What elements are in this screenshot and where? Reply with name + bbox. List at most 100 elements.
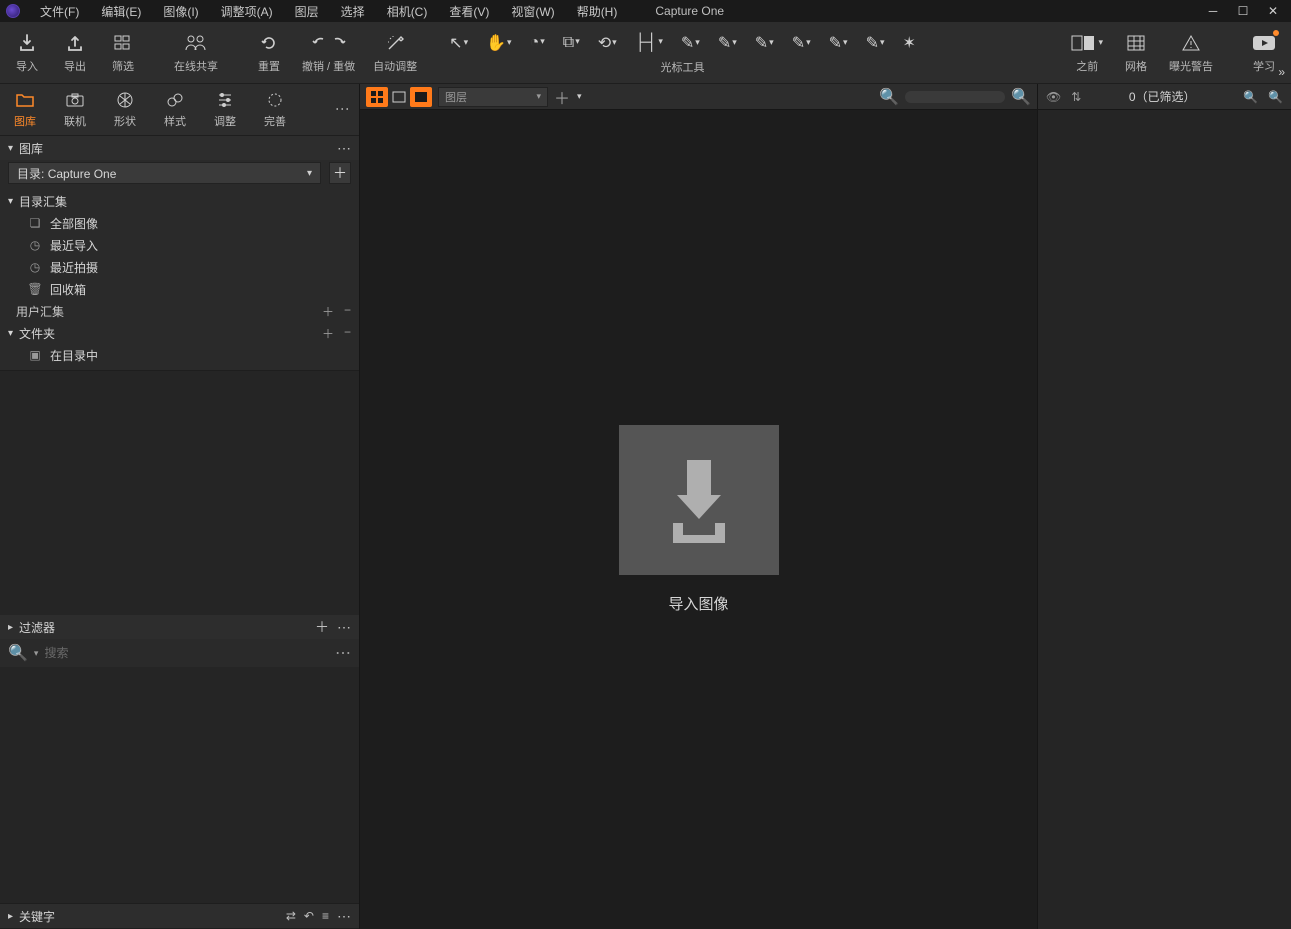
loupe-tool[interactable]: ◔▾	[530, 34, 545, 52]
keywords-list-button[interactable]: ≡	[322, 909, 329, 923]
maximize-button[interactable]: ☐	[1235, 4, 1251, 18]
filters-search-input[interactable]	[44, 646, 329, 660]
panel-keywords-title: 关键字	[19, 908, 55, 925]
import-images-tile[interactable]	[619, 425, 779, 575]
eye-icon[interactable]: 👁	[1046, 90, 1061, 104]
panel-filters-header[interactable]: ▸ 过滤器 ＋ ⋯	[0, 615, 359, 639]
tool-panel: 图库 联机 形状 样式 调整 完善 ⋮	[0, 84, 360, 929]
tool-tabs-menu-icon[interactable]: ⋮	[335, 102, 351, 118]
zoom-slider[interactable]	[905, 91, 1005, 103]
grid-button[interactable]: 网格	[1117, 28, 1155, 78]
recent-captures-label: 最近拍摄	[50, 259, 98, 276]
browser-toolbar: 👁 ⇅ 0（已筛选） 🔍 🔍	[1038, 84, 1291, 110]
item-recent-imports[interactable]: ◷最近导入	[0, 234, 359, 256]
menu-view[interactable]: 查看(V)	[439, 1, 499, 22]
remove-folder-button[interactable]: −	[344, 325, 351, 342]
tab-adjust[interactable]: 调整	[200, 84, 250, 136]
crop-tool[interactable]: ⧉▾	[563, 34, 580, 52]
pointer-tool[interactable]: ↖▾	[449, 33, 468, 53]
exposure-warning-button[interactable]: 曝光警告	[1165, 28, 1217, 78]
reset-button[interactable]: 重置	[250, 28, 288, 78]
undo-redo-button[interactable]: 撤销 / 重做	[298, 28, 359, 78]
warning-icon	[1181, 32, 1201, 54]
rotate-tool[interactable]: ⟲▾	[598, 33, 617, 53]
keystone-tool[interactable]: ├┤▾	[635, 34, 663, 52]
gradient-tool[interactable]: ✎▾	[792, 33, 811, 53]
menu-help[interactable]: 帮助(H)	[567, 1, 628, 22]
menu-camera[interactable]: 相机(C)	[377, 1, 438, 22]
group-catalog-collections[interactable]: ▾目录汇集	[0, 190, 359, 212]
export-button[interactable]: 导出	[56, 28, 94, 78]
import-icon	[17, 32, 37, 54]
panel-library-menu[interactable]: ⋯	[337, 140, 351, 157]
share-button[interactable]: 在线共享	[170, 28, 222, 78]
panel-library-header[interactable]: ▾ 图库 ⋯	[0, 136, 359, 160]
star-tool[interactable]: ✶	[903, 33, 916, 53]
browser-search-icon[interactable]: 🔍	[1243, 90, 1258, 104]
panel-keywords-header[interactable]: ▸ 关键字 ⇄ ↶ ≡ ⋯	[0, 904, 359, 928]
zoom-in-icon[interactable]: 🔍	[1011, 87, 1031, 107]
menu-file[interactable]: 文件(F)	[30, 1, 89, 22]
minimize-button[interactable]: ─	[1205, 4, 1221, 18]
menu-select[interactable]: 选择	[331, 1, 375, 22]
tab-style[interactable]: 样式	[150, 84, 200, 136]
item-trash[interactable]: 🗑回收箱	[0, 278, 359, 300]
before-after-button[interactable]: ▾ 之前	[1067, 28, 1107, 78]
undo-redo-label: 撤销 / 重做	[302, 58, 355, 74]
undo-redo-icon	[309, 32, 349, 54]
catalog-row: 目录: Capture One ▾ ＋	[0, 160, 359, 186]
item-recent-captures[interactable]: ◷最近拍摄	[0, 256, 359, 278]
catalog-add-button[interactable]: ＋	[329, 162, 351, 184]
hand-tool[interactable]: ✋▾	[486, 33, 511, 53]
import-label: 导入	[16, 58, 38, 74]
filters-search-menu[interactable]: ⋯	[335, 643, 351, 663]
brush-tool[interactable]: ✎▾	[718, 33, 737, 53]
cull-button[interactable]: 筛选	[104, 28, 142, 78]
group-folders[interactable]: ▾文件夹 ＋−	[0, 322, 359, 344]
filters-add-button[interactable]: ＋	[315, 617, 329, 637]
keywords-menu[interactable]: ⋯	[337, 908, 351, 925]
tab-library-label: 图库	[14, 113, 36, 129]
user-collections-label: 用户汇集	[16, 303, 64, 320]
sort-icon[interactable]: ⇅	[1071, 90, 1081, 104]
menu-edit[interactable]: 编辑(E)	[91, 1, 151, 22]
recent-imports-label: 最近导入	[50, 237, 98, 254]
tab-refine[interactable]: 完善	[250, 84, 300, 136]
heal-tool[interactable]: ✎▾	[866, 33, 885, 53]
keywords-copy-button[interactable]: ⇄	[286, 909, 296, 923]
toolbar-overflow-icon[interactable]: »	[1278, 65, 1285, 79]
tab-library[interactable]: 图库	[0, 84, 50, 136]
browser-zoom-icon[interactable]: 🔍	[1268, 90, 1283, 104]
menu-layer[interactable]: 图层	[285, 1, 329, 22]
catalog-selector[interactable]: 目录: Capture One ▾	[8, 162, 321, 184]
auto-adjust-button[interactable]: 自动调整	[369, 28, 421, 78]
tab-tether[interactable]: 联机	[50, 84, 100, 136]
cull-label: 筛选	[112, 58, 134, 74]
view-grid-button[interactable]	[366, 87, 388, 107]
menu-adjust[interactable]: 调整项(A)	[211, 1, 283, 22]
menu-image[interactable]: 图像(I)	[153, 1, 208, 22]
group-user-collections[interactable]: 用户汇集 ＋−	[0, 300, 359, 322]
tab-shape[interactable]: 形状	[100, 84, 150, 136]
view-proof-button[interactable]	[410, 87, 432, 107]
keywords-reset-button[interactable]: ↶	[304, 909, 314, 923]
add-folder-button[interactable]: ＋	[322, 325, 334, 342]
add-collection-button[interactable]: ＋	[322, 303, 334, 320]
remove-collection-button[interactable]: −	[344, 303, 351, 320]
tab-shape-label: 形状	[114, 113, 136, 129]
catalog-prefix: 目录:	[17, 167, 44, 181]
add-layer-button[interactable]: ＋	[554, 85, 570, 109]
eraser-tool[interactable]: ✎▾	[755, 33, 774, 53]
import-button[interactable]: 导入	[8, 28, 46, 78]
learn-button[interactable]: 学习	[1245, 28, 1283, 78]
item-in-catalog[interactable]: ▣在目录中	[0, 344, 359, 366]
zoom-out-icon[interactable]: 🔍	[879, 87, 899, 107]
filters-menu[interactable]: ⋯	[337, 619, 351, 636]
radial-tool[interactable]: ✎▾	[829, 33, 848, 53]
spot-tool[interactable]: ✎▾	[681, 33, 700, 53]
layer-selector[interactable]: 图层 ▾	[438, 87, 548, 107]
menu-window[interactable]: 视窗(W)	[501, 1, 564, 22]
close-button[interactable]: ✕	[1265, 4, 1281, 18]
view-single-button[interactable]	[388, 87, 410, 107]
item-all-images[interactable]: ❏全部图像	[0, 212, 359, 234]
